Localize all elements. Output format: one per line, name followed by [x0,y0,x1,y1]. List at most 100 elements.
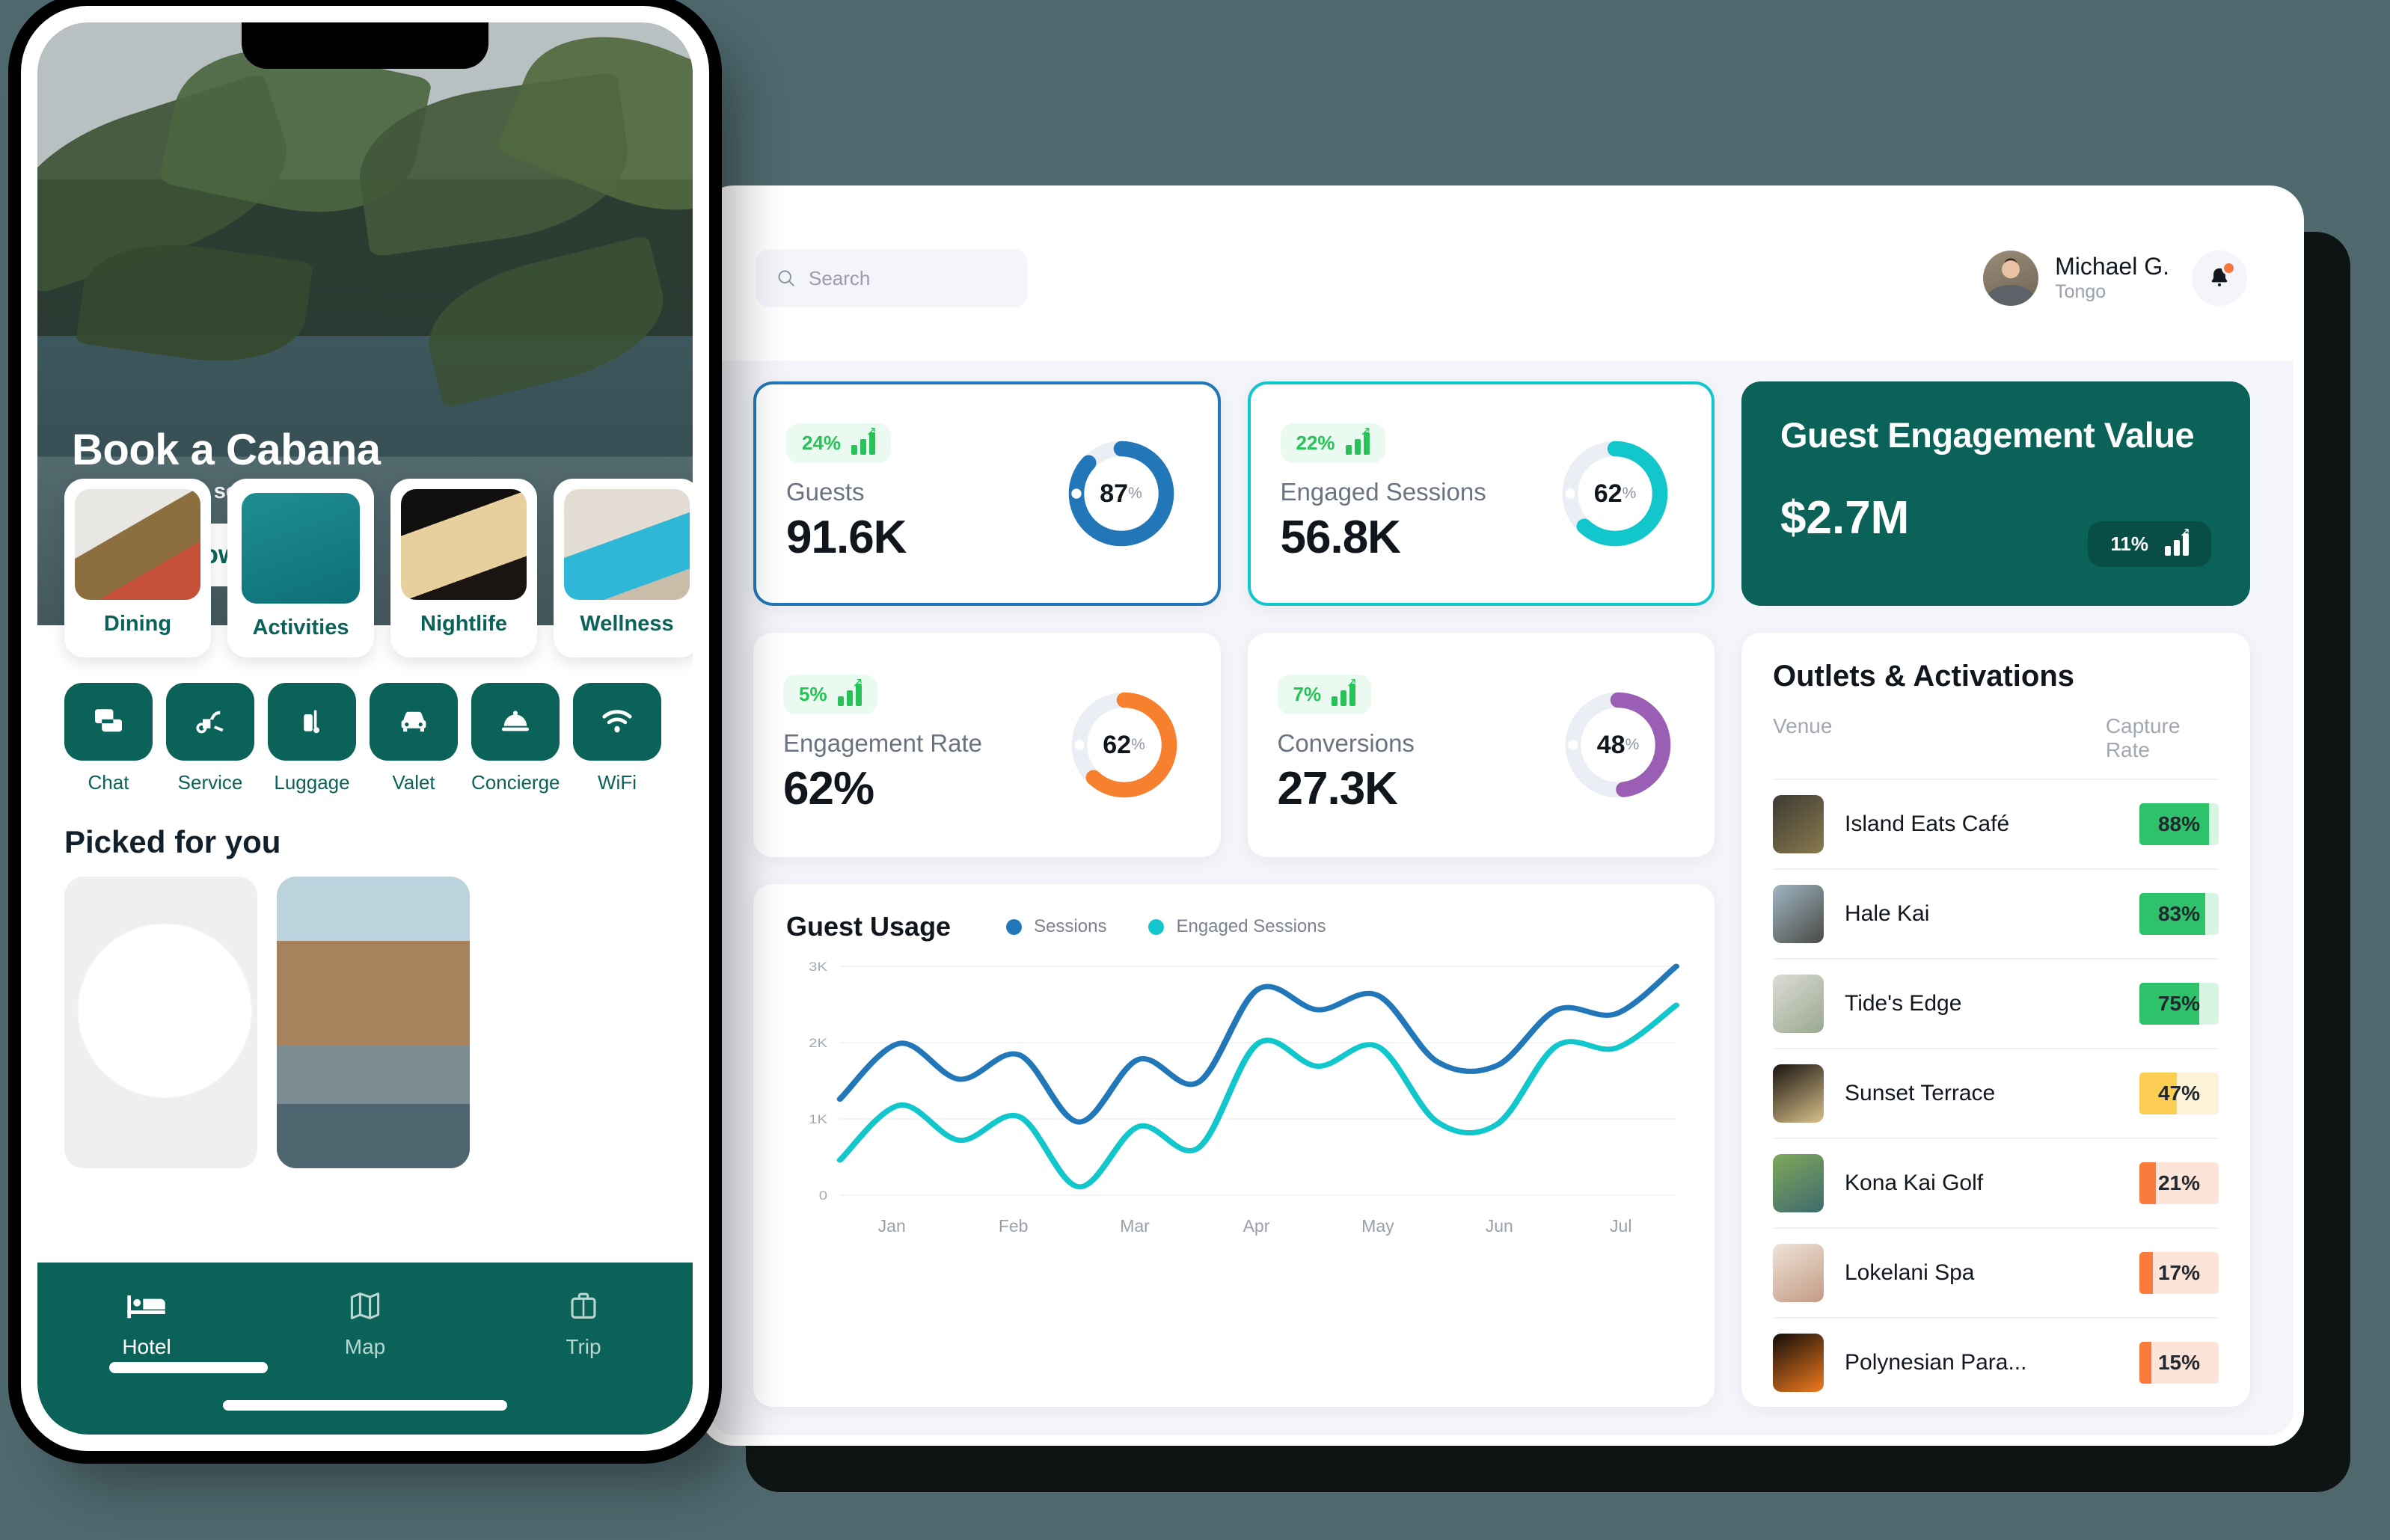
phone-notch [242,22,488,69]
category-tile-dining[interactable]: Dining [64,479,211,657]
kpi-text-block: 24% ↗ Guests 91.6K [786,423,1062,564]
category-label: Dining [103,612,172,636]
legend-item-sessions[interactable]: Sessions [1006,916,1106,937]
service-shortcut-concierge[interactable]: Concierge [471,683,560,794]
status-badge: 24% ↗ [786,423,892,463]
capture-rate-value: 88% [2157,812,2201,835]
outlets-activations-card: Outlets & Activations Venue Capture Rate… [1741,633,2250,1407]
capture-rate-value: 75% [2157,992,2201,1015]
capture-rate-bar: 47% [2139,1073,2219,1114]
legend-label: Sessions [1034,916,1107,936]
table-row[interactable]: Hale Kai 83% [1773,868,2219,958]
service-shortcut-service[interactable]: Service [166,683,254,794]
venue-thumbnail [1773,975,1824,1033]
category-tile-wellness[interactable]: Wellness [554,479,693,657]
service-shortcut-wifi[interactable]: WiFi [573,683,661,794]
kpi-delta: 5% [799,683,827,705]
nav-item-hotel[interactable]: Hotel [37,1289,256,1359]
venue-name: Lokelani Spa [1845,1260,1975,1285]
notifications-button[interactable] [2192,251,2247,306]
growth-bars-icon: ↗ [837,676,863,706]
phone-hero-title: Book a Cabana [72,426,381,474]
service-label: Luggage [274,771,350,794]
table-row[interactable]: Kona Kai Golf 21% [1773,1138,2219,1227]
luggage-icon [304,710,319,734]
service-shortcut-valet[interactable]: Valet [370,683,458,794]
table-row[interactable]: Sunset Terrace 47% [1773,1048,2219,1138]
kpi-card-engaged-sessions[interactable]: 22% ↗ Engaged Sessions 56.8K 62 % [1247,381,1715,606]
capture-rate-value: 47% [2157,1082,2201,1105]
capture-rate-value: 83% [2157,902,2201,925]
category-image [564,489,690,600]
table-row[interactable]: Polynesian Para... 15% [1773,1317,2219,1407]
x-axis-tick-label: Jul [1610,1216,1632,1236]
x-axis-tick-label: May [1361,1216,1394,1236]
kpi-text-block: 22% ↗ Engaged Sessions 56.8K [1280,423,1557,564]
kpi-row-top: 24% ↗ Guests 91.6K 87 % 22% ↗ Engaged Se… [753,381,1715,606]
kpi-label: Engagement Rate [783,729,983,757]
nav-item-map[interactable]: Map [256,1289,474,1359]
category-label: Nightlife [420,612,507,636]
x-axis-tick-label: Apr [1243,1216,1270,1236]
outlets-title: Outlets & Activations [1773,660,2075,693]
venue-cell: Tide's Edge [1773,975,2139,1033]
donut-chart-conversions: 48% [1559,686,1677,804]
nav-item-trip[interactable]: Trip [474,1289,693,1359]
kpi-card-conversions[interactable]: 7% ↗ Conversions 27.3K 48 % [1247,633,1715,857]
legend-label: Engaged Sessions [1176,916,1326,936]
venue-name: Island Eats Café [1845,812,2010,836]
capture-rate-bar: 21% [2139,1162,2219,1204]
service-icon-tile [166,683,254,761]
car-icon [401,711,426,732]
donut-label: 62% [1103,730,1145,759]
capture-rate-bar: 88% [2139,803,2219,845]
venue-cell: Lokelani Spa [1773,1244,2139,1302]
growth-bars-icon: ↗ [1345,425,1371,455]
capture-rate-cell: 47% [2139,1073,2219,1114]
kpi-card-guests[interactable]: 24% ↗ Guests 91.6K 87 % [753,381,1221,606]
capture-rate-value: 21% [2157,1171,2201,1194]
venue-thumbnail [1773,1334,1824,1392]
search-input[interactable]: Search [756,249,1027,307]
legend-item-engaged-sessions[interactable]: Engaged Sessions [1148,916,1326,937]
service-icon-tile [471,683,560,761]
map-icon [350,1292,380,1319]
service-label: Valet [392,771,435,794]
trend-arrow-icon: ↗ [852,675,863,690]
user-name: Michael G. [2055,252,2169,280]
capture-rate-bar: 17% [2139,1252,2219,1294]
chat-icon [95,709,122,732]
kpi-delta: 22% [1296,432,1335,454]
avatar [1983,251,2039,306]
nav-label: Hotel [122,1335,171,1358]
dashboard-right-column: Guest Engagement Value $2.7M 11% ↗ Outle… [1741,381,2250,1407]
capture-rate-bar: 15% [2139,1342,2219,1384]
user-profile[interactable]: Michael G. Tongo [1983,251,2169,306]
capture-rate-cell: 88% [2139,803,2219,845]
tablet-device: Search Michael G. Tongo 24% ↗ Guests 91.… [699,185,2304,1446]
growth-bars-icon: ↗ [1332,676,1357,706]
table-row[interactable]: Lokelani Spa 17% [1773,1227,2219,1317]
kpi-value: 56.8K [1280,512,1401,563]
x-axis-tick-label: Jun [1485,1216,1513,1236]
table-row[interactable]: Tide's Edge 75% [1773,958,2219,1048]
table-row[interactable]: Island Eats Café 88% [1773,779,2219,868]
kpi-card-engagement-rate[interactable]: 5% ↗ Engagement Rate 62% 62 % [753,633,1221,857]
picked-card-gourmet-plate[interactable] [64,877,257,1168]
kpi-label: Engaged Sessions [1280,478,1486,506]
column-header-venue: Venue [1773,714,1833,737]
category-tile-nightlife[interactable]: Nightlife [390,479,537,657]
home-indicator [223,1400,507,1411]
wifi-icon [602,710,632,733]
x-axis-tick-label: Jan [877,1216,906,1236]
service-shortcut-chat[interactable]: Chat [64,683,153,794]
service-label: Service [177,771,243,794]
venue-thumbnail [1773,1064,1824,1123]
legend-swatch-icon [1148,918,1165,935]
venue-name: Tide's Edge [1845,991,1962,1016]
picked-for-you-cards [37,877,693,1168]
service-shortcut-luggage[interactable]: Luggage [268,683,356,794]
legend-swatch-icon [1006,918,1023,935]
picked-card-surfer-wave[interactable] [277,877,470,1168]
category-tile-activities[interactable]: Activities [227,479,374,657]
